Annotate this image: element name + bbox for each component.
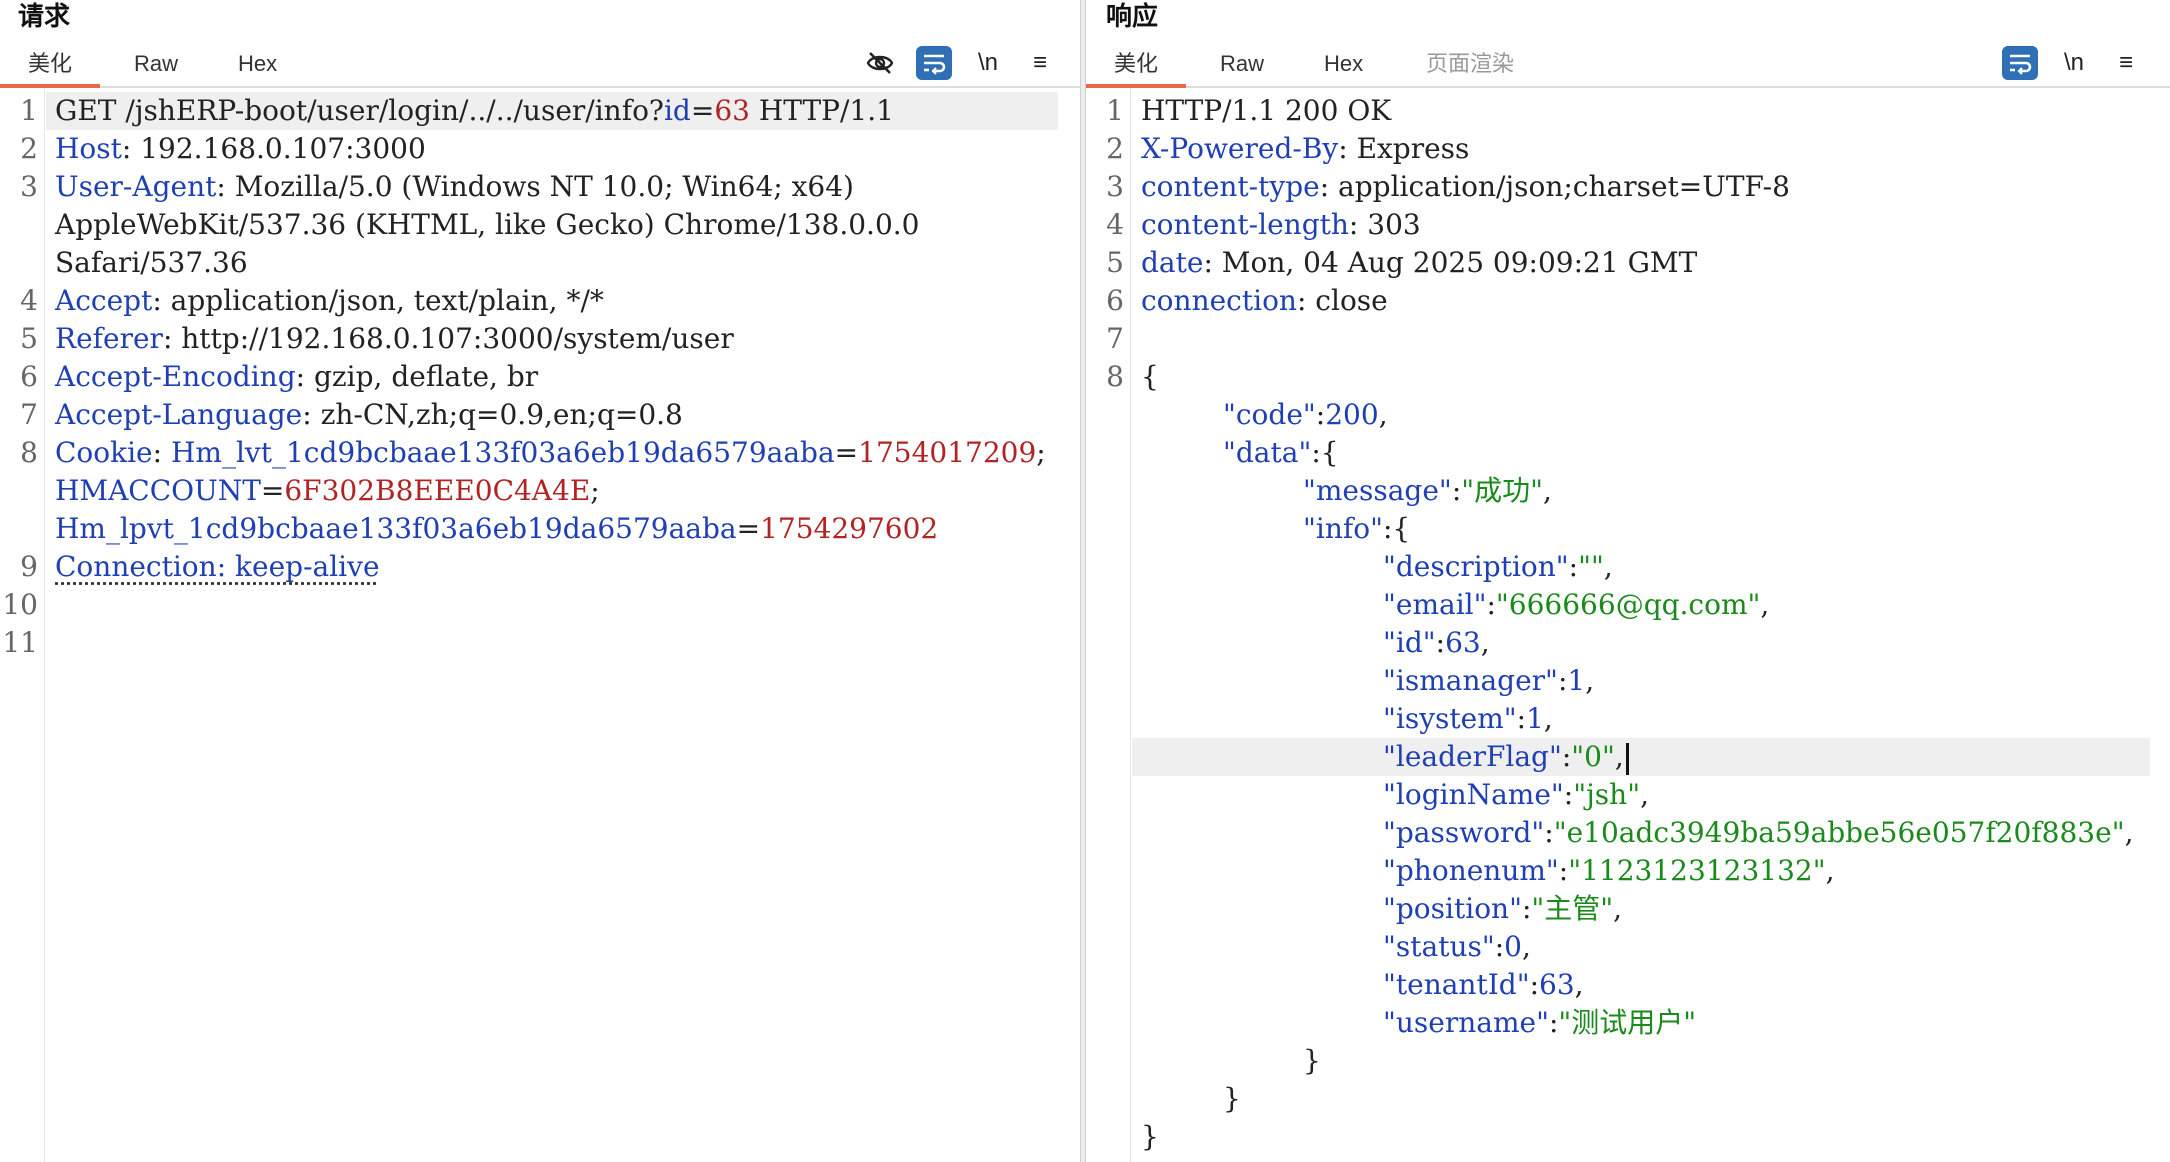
line-number: 3 xyxy=(1106,170,1124,203)
line-number: 2 xyxy=(1106,132,1124,165)
wrap-icon[interactable] xyxy=(2002,46,2038,80)
header-user-agent-cont: Safari/537.36 xyxy=(55,246,248,279)
json-position: "position":"主管", xyxy=(1383,892,1623,925)
json-email: "email":"666666@qq.com", xyxy=(1383,588,1770,621)
header-connection: Connection: keep-alive xyxy=(55,550,380,583)
header-user-agent: User-Agent: Mozilla/5.0 (Windows NT 10.0… xyxy=(55,170,854,203)
json-info: "info":{ xyxy=(1303,512,1411,545)
request-title: 请求 xyxy=(18,1,71,31)
json-loginname: "loginName":"jsh", xyxy=(1383,778,1649,811)
response-title: 响应 xyxy=(1106,1,1159,31)
line-number: 6 xyxy=(1106,284,1124,317)
status-line: HTTP/1.1 200 OK xyxy=(1141,94,1392,127)
request-editor[interactable]: 1 2 3 4 5 6 7 8 9 10 11 GET /jshERP-boot… xyxy=(0,88,1080,1162)
menu-icon[interactable]: ≡ xyxy=(2108,46,2144,80)
header-connection: connection: close xyxy=(1141,284,1388,317)
header-accept-encoding: Accept-Encoding: gzip, deflate, br xyxy=(55,360,539,393)
line-number: 7 xyxy=(1106,322,1124,355)
json-id: "id":63, xyxy=(1383,626,1490,659)
line-number: 4 xyxy=(1106,208,1124,241)
json-code: "code":200, xyxy=(1223,398,1388,431)
header-content-length: content-length: 303 xyxy=(1141,208,1421,241)
line-number: 4 xyxy=(20,284,38,317)
tab-render[interactable]: 页面渲染 xyxy=(1398,44,1542,84)
request-pane: 请求 美化 Raw Hex \n ≡ 1 2 3 4 5 6 7 8 9 10 … xyxy=(0,0,1080,1162)
json-close-brace: } xyxy=(1141,1120,1159,1153)
json-isystem: "isystem":1, xyxy=(1383,702,1553,735)
line-number: 11 xyxy=(2,626,38,659)
header-date: date: Mon, 04 Aug 2025 09:09:21 GMT xyxy=(1141,246,1698,279)
eye-off-icon[interactable] xyxy=(862,46,898,80)
header-host: Host: 192.168.0.107:3000 xyxy=(55,132,426,165)
line-number: 1 xyxy=(20,94,38,127)
response-editor[interactable]: 1 2 3 4 5 6 7 8 HTTP/1.1 200 OK X-Powere… xyxy=(1086,88,2170,1162)
line-number: 2 xyxy=(20,132,38,165)
tab-hex[interactable]: Hex xyxy=(1296,44,1391,84)
request-line: GET /jshERP-boot/user/login/../../user/i… xyxy=(55,94,894,127)
line-number: 8 xyxy=(20,436,38,469)
newline-toggle[interactable]: \n xyxy=(970,46,1006,80)
line-number: 5 xyxy=(20,322,38,355)
json-description: "description":"", xyxy=(1383,550,1613,583)
line-number: 6 xyxy=(20,360,38,393)
tab-raw[interactable]: Raw xyxy=(106,44,206,84)
header-accept-language: Accept-Language: zh-CN,zh;q=0.9,en;q=0.8 xyxy=(55,398,683,431)
current-line-highlight xyxy=(1132,738,2150,776)
json-username: "username":"测试用户" xyxy=(1383,1006,1697,1039)
json-open-brace: { xyxy=(1141,360,1159,393)
json-password: "password":"e10adc3949ba59abbe56e057f20f… xyxy=(1383,816,2134,849)
text-caret xyxy=(1625,742,1629,775)
line-number: 10 xyxy=(2,588,38,621)
header-x-powered-by: X-Powered-By: Express xyxy=(1141,132,1470,165)
newline-toggle[interactable]: \n xyxy=(2056,46,2092,80)
header-cookie-cont: HMACCOUNT=6F302B8EEE0C4A4E; xyxy=(55,474,600,507)
json-message: "message":"成功", xyxy=(1303,474,1552,507)
json-leaderflag: "leaderFlag":"0", xyxy=(1383,738,1629,776)
line-number: 8 xyxy=(1106,360,1124,393)
menu-icon[interactable]: ≡ xyxy=(1022,46,1058,80)
header-accept: Accept: application/json, text/plain, */… xyxy=(55,284,604,317)
line-number: 1 xyxy=(1106,94,1124,127)
json-tenantid: "tenantId":63, xyxy=(1383,968,1584,1001)
json-status: "status":0, xyxy=(1383,930,1531,963)
json-ismanager: "ismanager":1, xyxy=(1383,664,1595,697)
response-pane: 响应 美化 Raw Hex 页面渲染 \n ≡ 1 2 3 4 5 6 7 8 … xyxy=(1086,0,2170,1162)
header-cookie: Cookie: Hm_lvt_1cd9bcbaae133f03a6eb19da6… xyxy=(55,436,1046,469)
wrap-icon[interactable] xyxy=(916,46,952,80)
line-number: 5 xyxy=(1106,246,1124,279)
header-cookie-cont: Hm_lpvt_1cd9bcbaae133f03a6eb19da6579aaba… xyxy=(55,512,939,545)
json-phonenum: "phonenum":"1123123123132", xyxy=(1383,854,1835,887)
line-number: 9 xyxy=(20,550,38,583)
line-number: 7 xyxy=(20,398,38,431)
json-close-brace: } xyxy=(1223,1082,1241,1115)
json-close-brace: } xyxy=(1303,1044,1321,1077)
tab-pretty[interactable]: 美化 xyxy=(0,44,101,88)
tab-raw[interactable]: Raw xyxy=(1192,44,1292,84)
header-user-agent-cont: AppleWebKit/537.36 (KHTML, like Gecko) C… xyxy=(55,208,920,241)
line-number: 3 xyxy=(20,170,38,203)
tab-hex[interactable]: Hex xyxy=(210,44,305,84)
header-content-type: content-type: application/json;charset=U… xyxy=(1141,170,1790,203)
header-referer: Referer: http://192.168.0.107:3000/syste… xyxy=(55,322,734,355)
tab-pretty[interactable]: 美化 xyxy=(1086,44,1187,88)
json-data: "data":{ xyxy=(1223,436,1339,469)
